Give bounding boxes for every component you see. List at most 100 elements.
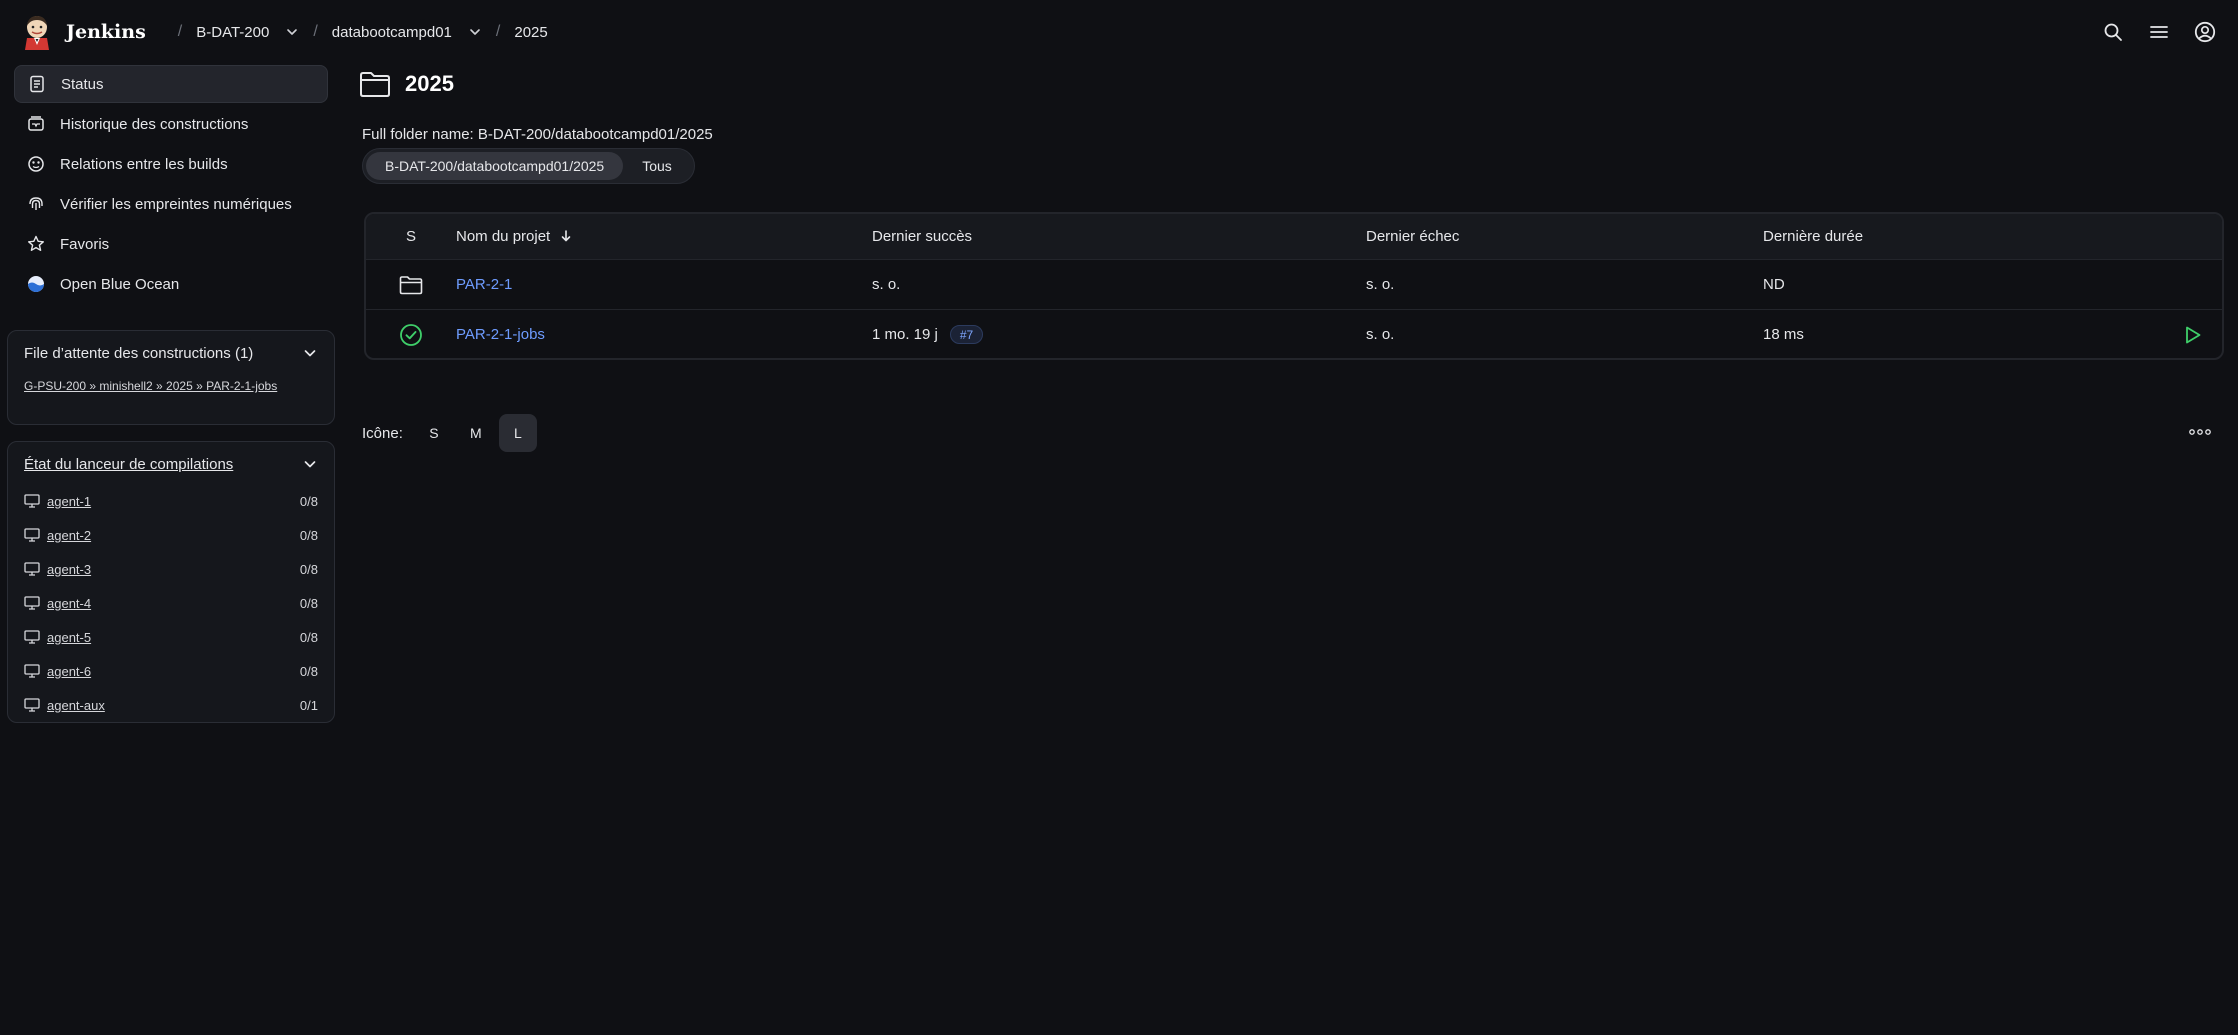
page-title: 2025 [405,71,454,96]
sidebar-item-fingerprints[interactable]: Vérifier les empreintes numériques [14,185,328,223]
last-failure-cell: s. o. [1366,276,1395,293]
more-horizontal-icon [2189,429,2211,435]
jenkins-logo[interactable]: Jenkins [22,14,146,50]
column-header-status[interactable]: S [366,228,456,245]
computer-icon [24,562,40,576]
chevron-down-icon[interactable] [468,25,482,39]
projects-table: S Nom du projet Dernier succès Dernier é… [364,212,2224,360]
last-duration-cell: 18 ms [1763,326,1804,343]
view-tabs: B-DAT-200/databootcampd01/2025 Tous [362,148,695,184]
chevron-down-icon[interactable] [302,456,318,472]
build-number-badge[interactable]: #7 [949,325,984,344]
executor-status-title[interactable]: État du lanceur de compilations [24,456,233,473]
sidebar-item-status[interactable]: Status [14,65,328,103]
agent-count: 0/8 [299,595,318,611]
header-actions [2090,0,2238,64]
executor-row-agent-1: agent-1 0/8 [8,484,334,518]
agent-link[interactable]: agent-4 [47,596,300,611]
fingerprint-icon [29,197,43,210]
build-queue-panel: File d’attente des constructions (1) G-P… [7,330,335,425]
chevron-down-icon[interactable] [285,25,299,39]
tab-all[interactable]: Tous [623,152,691,180]
column-header-name[interactable]: Nom du projet [456,228,872,245]
computer-icon [24,596,40,610]
blue-ocean-icon [28,276,44,292]
breadcrumb-item-b-dat-200[interactable]: B-DAT-200 [196,24,299,41]
sidebar-item-label: Favoris [60,235,110,253]
search-button[interactable] [2090,9,2136,55]
breadcrumb: / B-DAT-200 / databootcampd01 / 2025 [164,23,548,41]
executor-row-agent-6: agent-6 0/8 [8,654,334,688]
icon-size-label: Icône: [362,424,403,442]
column-header-last-duration[interactable]: Dernière durée [1763,228,2063,245]
breadcrumb-label[interactable]: databootcampd01 [332,24,452,41]
job-link-par-2-1-jobs[interactable]: PAR-2-1-jobs [456,326,545,343]
more-options-button[interactable] [2180,418,2220,446]
breadcrumb-label[interactable]: 2025 [514,24,547,41]
agent-count: 0/8 [299,629,318,645]
breadcrumb-separator: / [313,23,318,40]
executor-row-agent-5: agent-5 0/8 [8,620,334,654]
icon-size-s-button[interactable]: S [415,414,453,452]
last-duration-cell: ND [1763,276,1785,293]
breadcrumb-label[interactable]: B-DAT-200 [196,24,269,41]
agent-count: 0/8 [299,527,318,543]
agent-link[interactable]: agent-3 [47,562,300,577]
build-queue-header[interactable]: File d’attente des constructions (1) [8,331,334,375]
breadcrumb-item-databootcampd01[interactable]: databootcampd01 [332,24,482,41]
executor-row-agent-4: agent-4 0/8 [8,586,334,620]
full-folder-name: Full folder name: B-DAT-200/databootcamp… [362,126,713,143]
name-cell: PAR-2-1-jobs [456,326,872,343]
account-icon [2194,21,2216,43]
agent-link[interactable]: agent-1 [47,494,300,509]
sidebar-item-label: Historique des constructions [60,115,249,133]
computer-icon [24,494,40,508]
sidebar-item-build-relations[interactable]: Relations entre les builds [14,145,328,183]
agent-count: 0/8 [299,663,318,679]
success-icon [400,323,422,346]
breadcrumb-separator: / [495,23,501,40]
tab-folder-view[interactable]: B-DAT-200/databootcampd01/2025 [366,152,624,180]
job-link-par-2-1[interactable]: PAR-2-1 [456,276,512,293]
agent-link[interactable]: agent-2 [47,528,300,543]
account-button[interactable] [2182,9,2228,55]
last-failure-cell: s. o. [1366,326,1395,343]
sidebar-item-build-history[interactable]: Historique des constructions [14,105,328,143]
icon-size-m-button[interactable]: M [457,414,495,452]
column-header-last-failure[interactable]: Dernier échec [1366,228,1763,245]
computer-icon [24,528,40,542]
sidebar-item-favorites[interactable]: Favoris [14,225,328,263]
sidebar-item-label: Relations entre les builds [60,155,228,173]
breadcrumb-item-2025[interactable]: 2025 [514,24,547,41]
executor-list: agent-1 0/8 agent-2 0/8 agent-3 0/8 agen… [8,484,334,722]
executor-row-agent-3: agent-3 0/8 [8,552,334,586]
table-row: PAR-2-1 s. o. s. o. ND [366,259,2222,309]
status-icon [30,75,44,93]
folder-icon [360,72,390,97]
sidebar-item-label: Open Blue Ocean [60,275,180,293]
agent-link[interactable]: agent-aux [47,698,300,713]
sidebar-item-label: Status [61,75,104,93]
icon-size-l-button[interactable]: L [498,414,537,452]
sidebar-item-label: Vérifier les empreintes numériques [60,195,292,213]
folder-icon [399,275,423,294]
agent-count: 0/1 [299,697,318,713]
last-success-cell: 1 mo. 19 j #7 [872,325,1366,344]
executor-row-agent-aux: agent-aux 0/1 [8,688,334,722]
sidebar-item-blue-ocean[interactable]: Open Blue Ocean [14,265,328,303]
chevron-down-icon[interactable] [302,345,318,361]
executor-status-header[interactable]: État du lanceur de compilations [8,442,334,486]
agent-link[interactable]: agent-6 [47,664,300,679]
queue-item-link[interactable]: G-PSU-200 » minishell2 » 2025 » PAR-2-1-… [8,379,334,393]
column-header-name-label: Nom du projet [456,228,551,245]
menu-button[interactable] [2136,9,2182,55]
build-now-button[interactable] [2184,310,2202,358]
agent-link[interactable]: agent-5 [47,630,300,645]
computer-icon [24,664,40,678]
last-success-value: 1 mo. 19 j [872,326,938,343]
column-header-last-success[interactable]: Dernier succès [872,228,1366,245]
name-cell: PAR-2-1 [456,276,872,293]
jenkins-butler-icon [25,16,49,50]
agent-count: 0/8 [299,561,318,577]
play-icon [2186,326,2201,343]
